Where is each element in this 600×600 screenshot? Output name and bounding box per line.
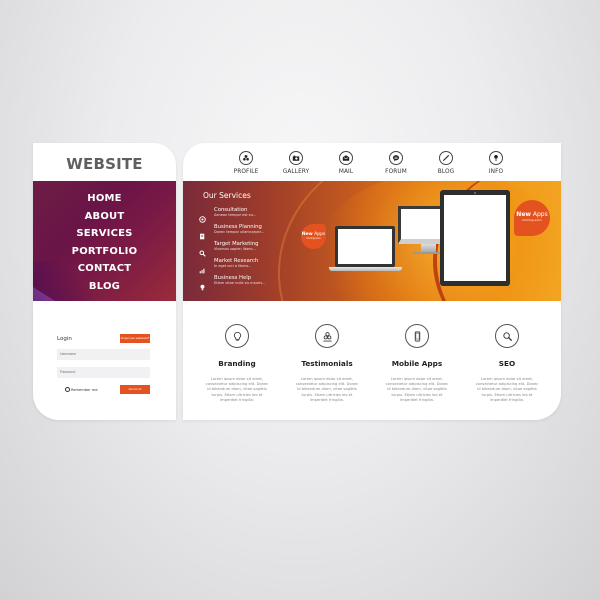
remember-checkbox[interactable]: [65, 387, 70, 392]
menu-item-contact[interactable]: CONTACT: [33, 260, 176, 278]
feature-title: Testimonials: [301, 359, 353, 368]
nav-label: BLOG: [437, 169, 455, 175]
users-icon[interactable]: [315, 324, 339, 348]
site-logo[interactable]: WEBSITE: [33, 155, 176, 173]
feature-text: Lorem ipsum dolor sit amet, consectetur …: [205, 377, 269, 402]
new-apps-badge: New Apps Coming soon: [301, 224, 326, 249]
feature-seo: SEO Lorem ipsum dolor sit amet, consecte…: [462, 324, 552, 403]
tablet-screen: [444, 195, 506, 281]
chat-icon: [389, 151, 403, 165]
services-title: Our Services: [203, 191, 251, 200]
laptop-image: [335, 226, 395, 267]
menu-item-services[interactable]: SERVICES: [33, 225, 176, 243]
mail-icon: [339, 151, 353, 165]
lightbulb-icon: [199, 276, 206, 291]
search-icon[interactable]: [495, 324, 519, 348]
nav-label: GALLERY: [282, 169, 310, 175]
bar-chart-icon: [199, 259, 206, 274]
feature-text: Lorem ipsum dolor sit amet, consectetur …: [475, 377, 539, 402]
monitor-stand: [421, 244, 436, 252]
users-icon: [239, 151, 253, 165]
badge-subtitle: Coming soon: [306, 237, 321, 240]
sidebar-panel: WEBSITE HOME ABOUT SERVICES PORTFOLIO CO…: [33, 143, 176, 420]
badge-subtitle: Coming soon: [522, 218, 542, 222]
camera-icon: [289, 151, 303, 165]
forgot-password-button[interactable]: Forgot your password?: [120, 334, 150, 343]
feature-mobile-apps: Mobile Apps Lorem ipsum dolor sit amet, …: [372, 324, 462, 403]
tablet-image: [440, 190, 510, 286]
service-desc: Donec tempor ullamcorper...: [214, 230, 265, 234]
username-input[interactable]: [57, 349, 150, 360]
remember-label: Remember me: [71, 387, 98, 392]
hero-banner: Our Services Consultation Aenean tempor …: [183, 181, 561, 301]
menu-item-home[interactable]: HOME: [33, 190, 176, 208]
nav-item-gallery[interactable]: GALLERY: [278, 151, 314, 175]
feature-branding: Branding Lorem ipsum dolor sit amet, con…: [192, 324, 282, 403]
service-desc: In eget orci a libero...: [214, 264, 252, 268]
menu-item-about[interactable]: ABOUT: [33, 208, 176, 226]
nav-label: INFO: [488, 169, 504, 175]
tablet-camera: [474, 192, 476, 194]
nav-label: FORUM: [385, 169, 407, 175]
feature-testimonials: Testimonials Lorem ipsum dolor sit amet,…: [282, 324, 372, 403]
submit-button[interactable]: Join Us Or: [120, 385, 150, 394]
remember-me[interactable]: Remember me: [65, 387, 98, 392]
search-icon: [199, 242, 206, 257]
feature-title: Branding: [218, 359, 256, 368]
main-menu: HOME ABOUT SERVICES PORTFOLIO CONTACT BL…: [33, 181, 176, 301]
nav-item-mail[interactable]: MAIL: [328, 151, 364, 175]
badge-apps: Apps: [530, 211, 548, 218]
nav-item-blog[interactable]: BLOG: [428, 151, 464, 175]
menu-item-portfolio[interactable]: PORTFOLIO: [33, 243, 176, 261]
feature-title: SEO: [498, 359, 516, 368]
feature-text: Lorem ipsum dolor sit amet, consectetur …: [295, 377, 359, 402]
laptop-base: [329, 267, 402, 271]
chat-icon: [199, 208, 206, 223]
lightbulb-icon[interactable]: [225, 324, 249, 348]
pin-icon: [489, 151, 503, 165]
pen-icon: [439, 151, 453, 165]
nav-item-info[interactable]: INFO: [478, 151, 514, 175]
badge-new: New: [516, 211, 531, 218]
service-desc: Aenean tempor est eu...: [214, 213, 257, 217]
service-desc: Vivamus sapien libero...: [214, 247, 256, 251]
nav-label: MAIL: [338, 169, 354, 175]
login-title: Login: [57, 336, 72, 342]
smartphone-icon[interactable]: [405, 324, 429, 348]
document-icon: [199, 225, 206, 240]
nav-item-forum[interactable]: FORUM: [378, 151, 414, 175]
main-panel: PROFILE GALLERY MAIL FORUM BLOG INFO Our…: [183, 143, 561, 420]
feature-title: Mobile Apps: [391, 359, 443, 368]
menu-item-blog[interactable]: BLOG: [33, 278, 176, 296]
service-desc: Etiam vitae nulla eu mauris...: [214, 281, 266, 285]
new-apps-badge: New Apps Coming soon: [514, 200, 550, 236]
feature-text: Lorem ipsum dolor sit amet, consectetur …: [385, 377, 449, 402]
top-nav: PROFILE GALLERY MAIL FORUM BLOG INFO: [228, 151, 528, 181]
nav-label: PROFILE: [233, 169, 259, 175]
password-input[interactable]: [57, 367, 150, 378]
nav-item-profile[interactable]: PROFILE: [228, 151, 264, 175]
